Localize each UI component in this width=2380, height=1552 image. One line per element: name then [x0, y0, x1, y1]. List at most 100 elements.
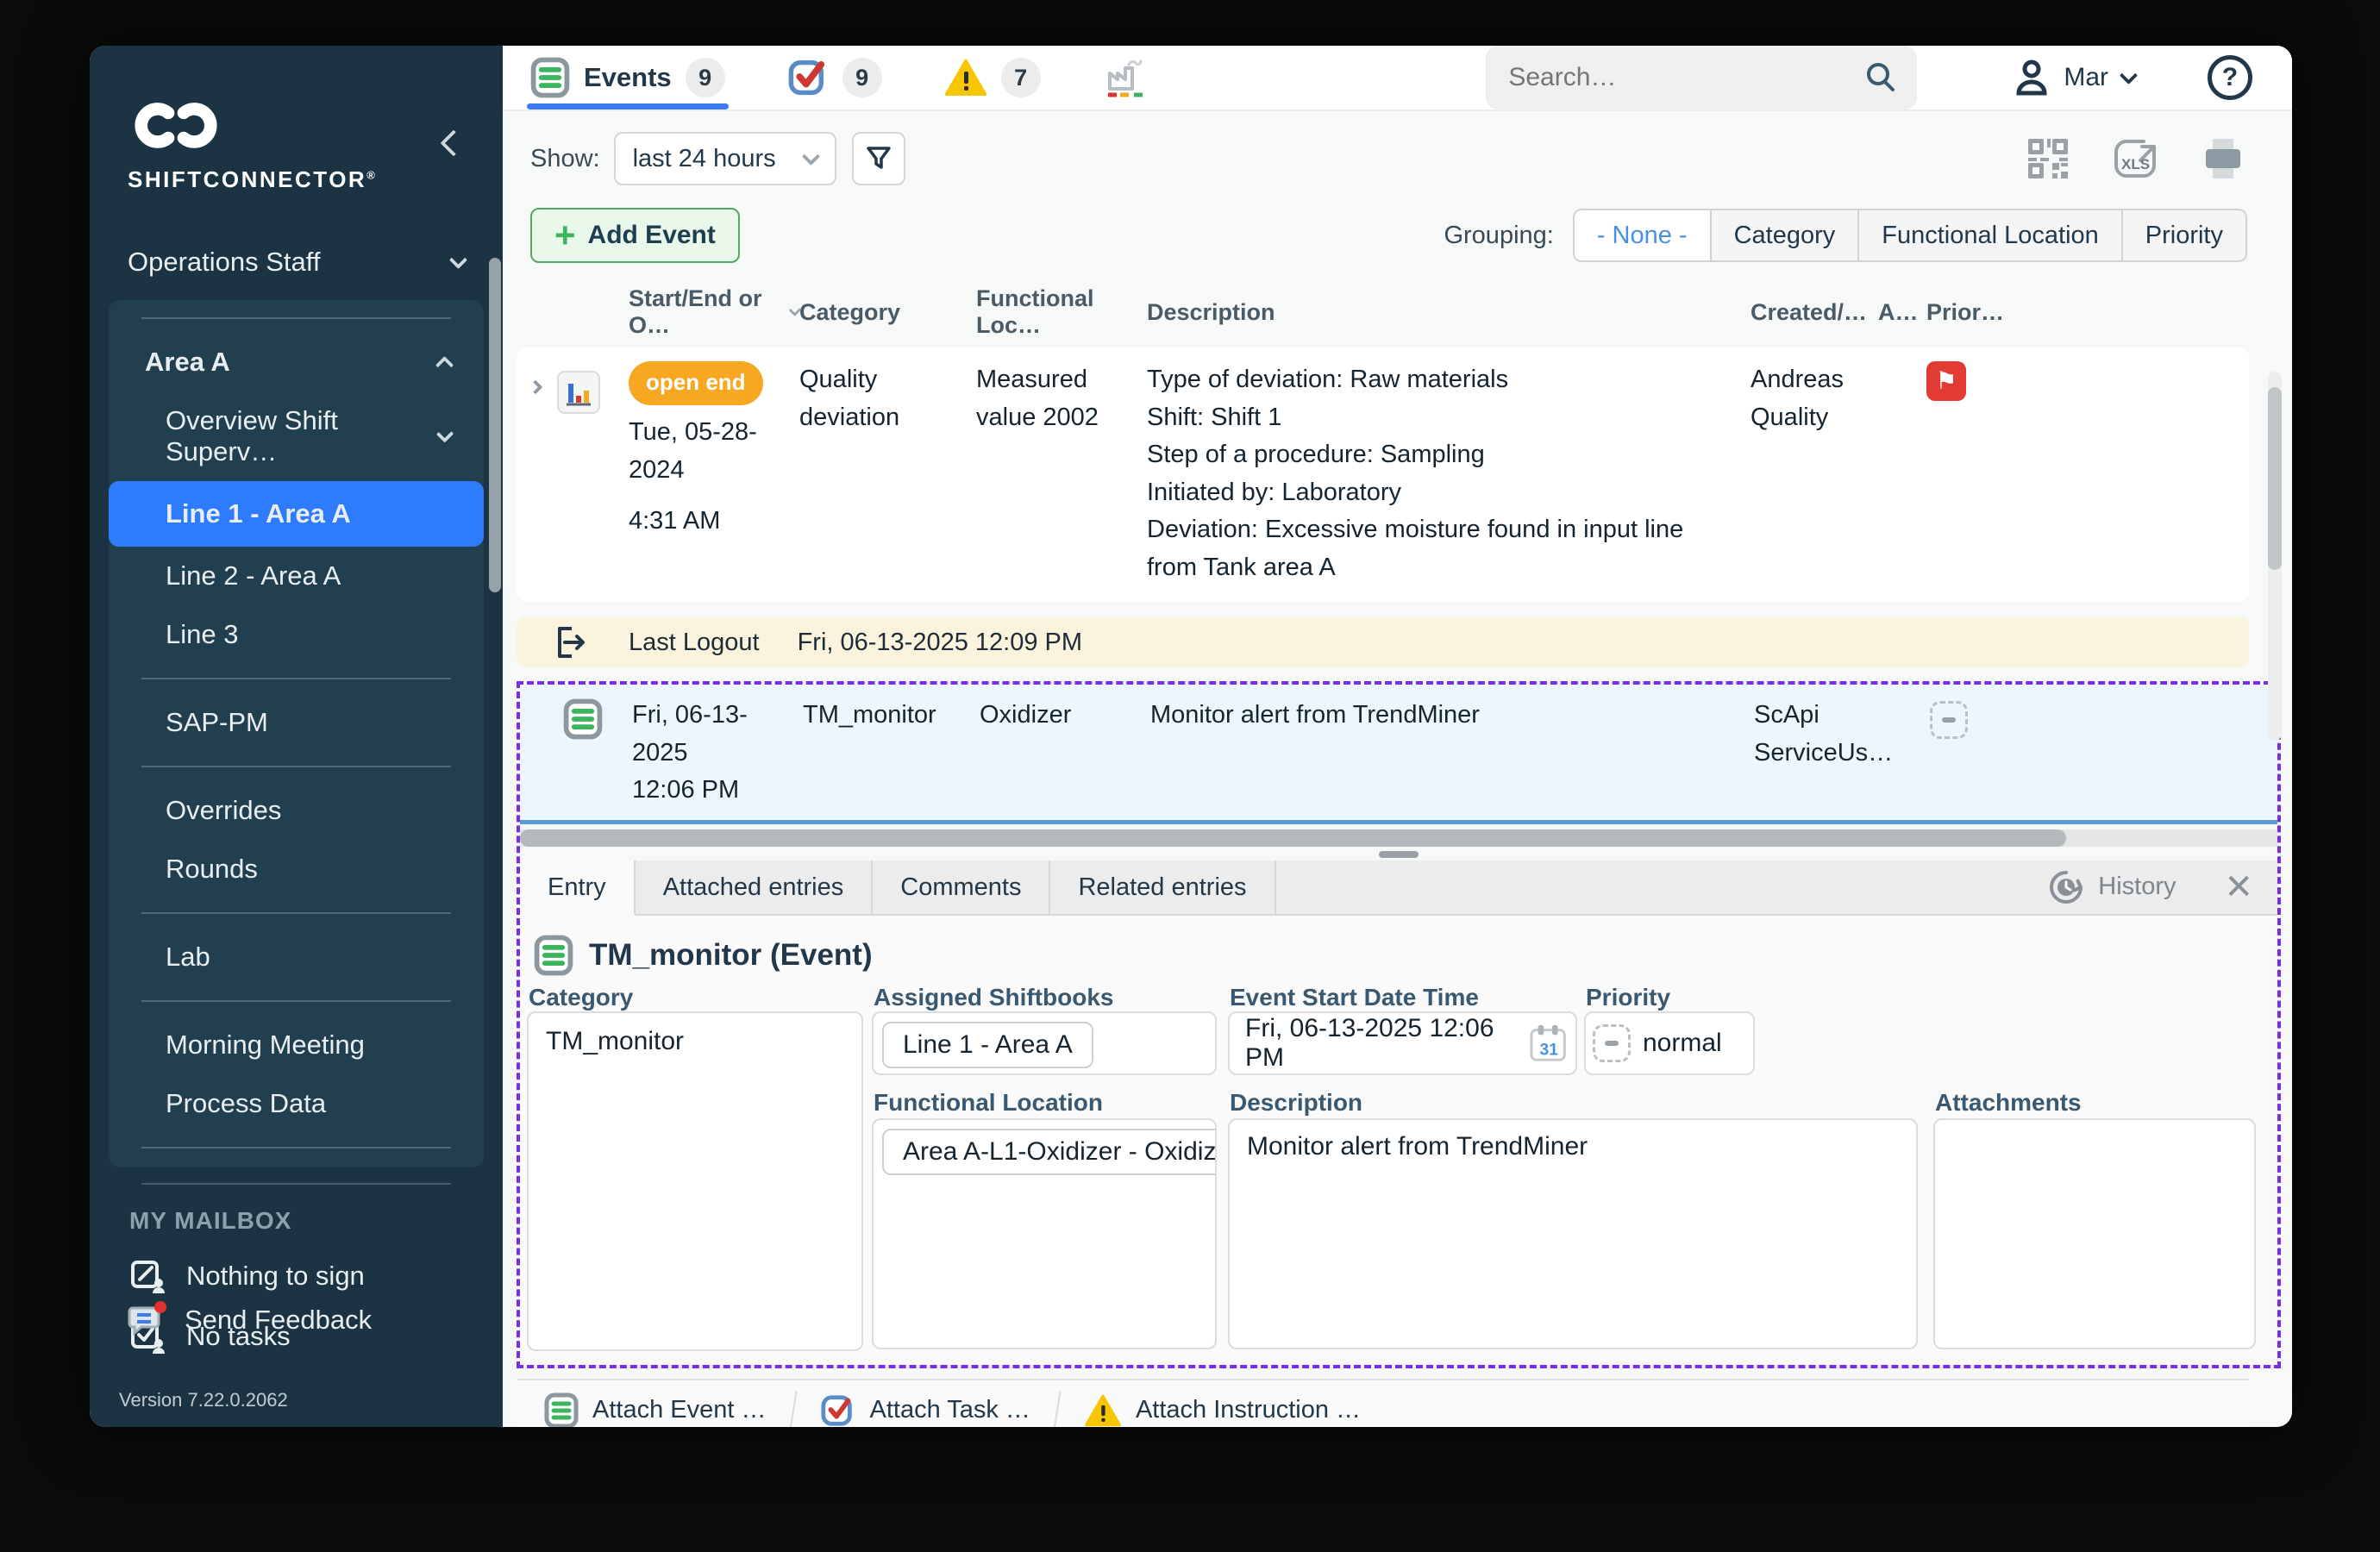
qr-code-button[interactable]: [2025, 135, 2071, 182]
logout-icon: [558, 627, 585, 658]
grouping-option-none[interactable]: - None -: [1574, 210, 1710, 260]
filter-button[interactable]: [851, 132, 905, 185]
table-row-tm-monitor-selected[interactable]: Fri, 06-13-2025 12:06 PM TM_monitor Oxid…: [520, 685, 2277, 824]
sidebar-collapse-button[interactable]: [440, 128, 473, 158]
brand-logo: SHIFTCONNECTOR®: [90, 46, 503, 193]
functional-location-tag[interactable]: Area A-L1-Oxidizer - Oxidizer: [882, 1128, 1215, 1175]
chevron-down-icon: [2119, 66, 2139, 84]
events-tab-label: Events: [584, 62, 672, 92]
description-field[interactable]: Monitor alert from TrendMiner: [1228, 1117, 1918, 1349]
tab-events[interactable]: Events 9: [527, 46, 729, 110]
tab-attached-entries[interactable]: Attached entries: [636, 860, 874, 914]
divider: [141, 766, 451, 767]
column-header-description[interactable]: Description: [1147, 285, 1751, 339]
attachments-field[interactable]: [1933, 1117, 2256, 1349]
functional-location-field[interactable]: Area A-L1-Oxidizer - Oxidizer: [872, 1117, 1217, 1349]
history-button[interactable]: History: [2048, 869, 2176, 905]
sidebar-item-sap-pm[interactable]: SAP-PM: [109, 693, 484, 752]
sidebar-item-line1-area-a[interactable]: Line 1 - Area A: [109, 481, 484, 547]
horizontal-scrollbar[interactable]: [520, 829, 2277, 847]
resize-grip[interactable]: [1379, 850, 1419, 858]
last-logout-row[interactable]: Last Logout Fri, 06-13-2025 12:09 PM: [517, 617, 2249, 667]
add-event-label: Add Event: [587, 221, 716, 249]
cell-description: Monitor alert from TrendMiner: [1150, 701, 1480, 729]
print-button[interactable]: [2199, 135, 2247, 182]
horizontal-scrollbar-thumb[interactable]: [520, 829, 2067, 847]
category-field[interactable]: TM_monitor: [527, 1011, 863, 1351]
sidebar-item-line2-area-a[interactable]: Line 2 - Area A: [109, 547, 484, 605]
column-header-priority[interactable]: Prior…: [1926, 285, 2004, 339]
vertical-scrollbar[interactable]: [2268, 372, 2282, 741]
column-header-start[interactable]: Start/End or O…: [629, 285, 802, 339]
plus-icon: +: [554, 215, 576, 256]
divider: [141, 317, 451, 319]
tab-tasks[interactable]: 9: [787, 46, 882, 110]
task-checkbox-icon: [788, 59, 824, 96]
user-menu[interactable]: Mar: [2014, 59, 2139, 97]
actions-toolbar: + Add Event Grouping: - None - Category …: [503, 185, 2292, 263]
tab-related-entries[interactable]: Related entries: [1050, 860, 1276, 914]
column-header-functional-location[interactable]: Functional Loc…: [976, 285, 1147, 339]
attachments-label: Attachments: [1935, 1088, 2082, 1116]
events-count-badge: 9: [685, 58, 725, 97]
table-row-quality-deviation[interactable]: open end Tue, 05-28-2024 4:31 AM Quality…: [517, 347, 2249, 602]
column-header-category[interactable]: Category: [799, 285, 976, 339]
cell-description: Type of deviation: Raw materials Shift: …: [1147, 366, 1684, 581]
sidebar-nav-panel: Area A Overview Shift Superv… Line 1 - A…: [109, 300, 484, 1167]
detail-title: TM_monitor (Event): [534, 935, 873, 976]
search-icon[interactable]: [1863, 60, 1898, 95]
sidebar-scrollbar[interactable]: [489, 258, 501, 592]
rounds-label: Rounds: [166, 854, 258, 884]
assigned-shiftbooks-field[interactable]: Line 1 - Area A: [872, 1011, 1217, 1075]
vertical-scrollbar-thumb[interactable]: [2268, 387, 2282, 570]
alerts-count-badge: 7: [1000, 58, 1041, 97]
sidebar-item-line3[interactable]: Line 3: [109, 605, 484, 664]
attach-task-button[interactable]: Attach Task …: [820, 1392, 1030, 1428]
search-input[interactable]: [1508, 63, 1864, 92]
sidebar-item-overview-shift-supervisor[interactable]: Overview Shift Superv…: [109, 391, 484, 481]
calendar-icon[interactable]: 31: [1529, 1023, 1567, 1064]
open-end-badge: open end: [629, 361, 763, 405]
event-start-field[interactable]: Fri, 06-13-2025 12:06 PM 31: [1228, 1011, 1577, 1075]
send-feedback-button[interactable]: Send Feedback: [128, 1301, 372, 1339]
signature-icon: [131, 1261, 165, 1293]
shiftbook-tag[interactable]: Line 1 - Area A: [882, 1021, 1093, 1068]
registered-mark: ®: [366, 168, 378, 182]
grouping-option-category[interactable]: Category: [1709, 210, 1858, 260]
grouping-option-priority[interactable]: Priority: [2120, 210, 2245, 260]
sidebar-item-rounds[interactable]: Rounds: [109, 840, 484, 898]
priority-field[interactable]: normal: [1584, 1011, 1755, 1075]
column-header-created[interactable]: Created/…: [1751, 285, 1878, 339]
warning-triangle-icon: [1085, 1394, 1121, 1426]
column-header-attachments[interactable]: A…: [1878, 285, 1926, 339]
grouping-option-functional-location[interactable]: Functional Location: [1857, 210, 2121, 260]
tab-entry[interactable]: Entry: [520, 860, 636, 916]
sidebar-item-operations-staff[interactable]: Operations Staff: [128, 247, 468, 278]
sidebar-item-nothing-to-sign[interactable]: Nothing to sign: [129, 1257, 503, 1295]
close-detail-icon[interactable]: ✕: [2224, 870, 2253, 904]
tab-alerts[interactable]: 7: [944, 46, 1041, 110]
time-range-select[interactable]: last 24 hours: [613, 132, 836, 185]
line1-label: Line 1 - Area A: [166, 498, 351, 529]
feedback-chat-icon: [128, 1301, 166, 1336]
expand-row-icon[interactable]: [528, 379, 543, 395]
search-box: [1486, 46, 1918, 110]
add-event-button[interactable]: + Add Event: [530, 208, 740, 263]
priority-flag-icon: ⚑: [1926, 361, 1966, 401]
sidebar-item-process-data[interactable]: Process Data: [109, 1074, 484, 1133]
help-button[interactable]: ?: [2208, 55, 2252, 100]
sidebar-item-lab[interactable]: Lab: [109, 928, 484, 986]
sidebar-item-overrides[interactable]: Overrides: [109, 781, 484, 840]
tab-comments[interactable]: Comments: [873, 860, 1051, 914]
assigned-shiftbooks-label: Assigned Shiftbooks: [874, 983, 1114, 1011]
cell-priority: [1930, 697, 2007, 810]
attach-instruction-button[interactable]: Attach Instruction …: [1084, 1393, 1361, 1428]
attach-instruction-label: Attach Instruction …: [1135, 1396, 1362, 1424]
sidebar-item-area-a[interactable]: Area A: [109, 333, 484, 391]
selected-entry-region: Fri, 06-13-2025 12:06 PM TM_monitor Oxid…: [517, 681, 2281, 1368]
tab-plant[interactable]: [1103, 46, 1148, 110]
export-xls-button[interactable]: XLS: [2109, 135, 2161, 183]
sidebar-item-morning-meeting[interactable]: Morning Meeting: [109, 1016, 484, 1074]
nothing-to-sign-label: Nothing to sign: [186, 1261, 365, 1291]
attach-event-button[interactable]: Attach Event …: [544, 1392, 767, 1427]
